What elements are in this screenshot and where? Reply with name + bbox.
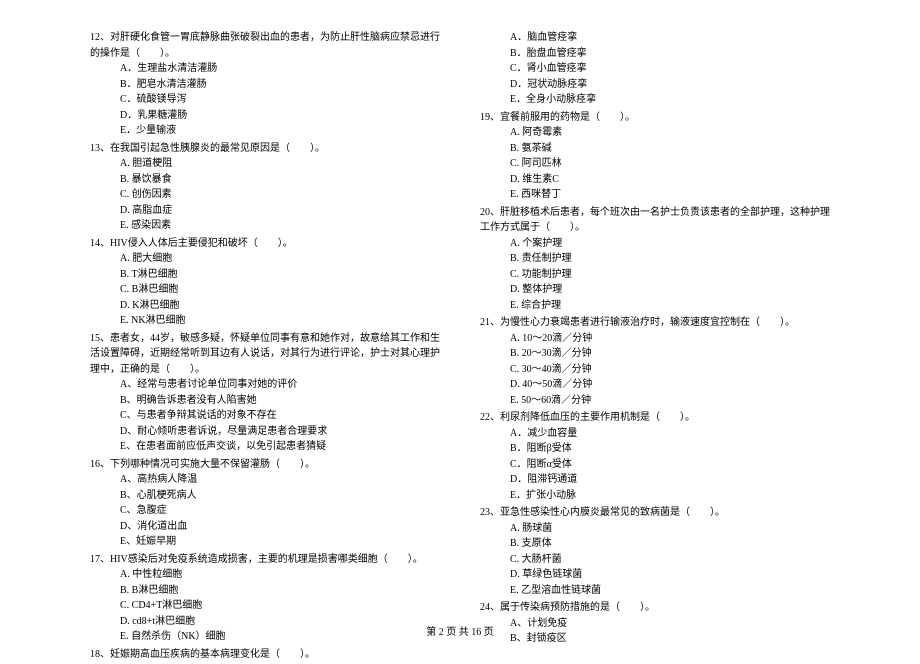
question-18: 18、妊娠期高血压疾病的基本病理变化是（ ）。: [90, 647, 440, 663]
option: E．少量输液: [90, 123, 440, 139]
question-text: 14、HIV侵入人体后主要侵犯和破坏（ ）。: [90, 236, 440, 252]
question-22: 22、利尿剂降低血压的主要作用机制是（ ）。 A．减少血容量 B．阻断β受体 C…: [480, 410, 830, 503]
question-19: 19、宜餐前服用的药物是（ ）。 A. 阿奇霉素 B. 氨茶碱 C. 阿司匹林 …: [480, 110, 830, 203]
question-text: 18、妊娠期高血压疾病的基本病理变化是（ ）。: [90, 647, 440, 663]
option: A．减少血容量: [480, 426, 830, 442]
option: E．全身小动脉痉挛: [480, 92, 830, 108]
option: D. 40～50滴／分钟: [480, 377, 830, 393]
option: C．硫酸镁导泻: [90, 92, 440, 108]
option: D. 整体护理: [480, 282, 830, 298]
option: C、与患者争辩其说话的对象不存在: [90, 408, 440, 424]
option: E. 50～60滴／分钟: [480, 393, 830, 409]
option: A. 肥大细胞: [90, 251, 440, 267]
option: A. 中性粒细胞: [90, 567, 440, 583]
question-18-opts: A．脑血管痉挛 B．胎盘血管痉挛 C．肾小血管痉挛 D．冠状动脉痉挛 E．全身小…: [480, 30, 830, 108]
option: B、明确告诉患者没有人陷害她: [90, 393, 440, 409]
option: A. 胆道梗阻: [90, 156, 440, 172]
option: B. B淋巴细胞: [90, 583, 440, 599]
option: C. B淋巴细胞: [90, 282, 440, 298]
question-21: 21、为慢性心力衰竭患者进行输液治疗时，输液速度宜控制在（ ）。 A. 10～2…: [480, 315, 830, 408]
option: C. 功能制护理: [480, 267, 830, 283]
question-text: 23、亚急性感染性心内膜炎最常见的致病菌是（ ）。: [480, 505, 830, 521]
question-text: 24、属于传染病预防措施的是（ ）。: [480, 600, 830, 616]
left-column: 12、对肝硬化食管一胃底静脉曲张破裂出血的患者，为防止肝性脑病应禁忌进行的操作是…: [90, 30, 440, 664]
option: E. 感染因素: [90, 218, 440, 234]
question-12: 12、对肝硬化食管一胃底静脉曲张破裂出血的患者，为防止肝性脑病应禁忌进行的操作是…: [90, 30, 440, 139]
question-23: 23、亚急性感染性心内膜炎最常见的致病菌是（ ）。 A. 肠球菌 B. 支原体 …: [480, 505, 830, 598]
question-text: 19、宜餐前服用的药物是（ ）。: [480, 110, 830, 126]
question-text: 22、利尿剂降低血压的主要作用机制是（ ）。: [480, 410, 830, 426]
option: D．冠状动脉痉挛: [480, 77, 830, 93]
option: C. 大肠杆菌: [480, 552, 830, 568]
question-16: 16、下列哪种情况可实施大量不保留灌肠（ ）。 A、高热病人降温 B、心肌梗死病…: [90, 457, 440, 550]
option: D、消化道出血: [90, 519, 440, 535]
option: B. 暴饮暴食: [90, 172, 440, 188]
option: B. 支原体: [480, 536, 830, 552]
option: A．脑血管痉挛: [480, 30, 830, 46]
option: B. T淋巴细胞: [90, 267, 440, 283]
question-text: 16、下列哪种情况可实施大量不保留灌肠（ ）。: [90, 457, 440, 473]
option: C. 阿司匹林: [480, 156, 830, 172]
page-footer: 第 2 页 共 16 页: [0, 623, 920, 638]
option: B. 氨茶碱: [480, 141, 830, 157]
option: B．胎盘血管痉挛: [480, 46, 830, 62]
option: A. 肠球菌: [480, 521, 830, 537]
question-14: 14、HIV侵入人体后主要侵犯和破坏（ ）。 A. 肥大细胞 B. T淋巴细胞 …: [90, 236, 440, 329]
option: D．乳果糖灌肠: [90, 108, 440, 124]
option: C. CD4+T淋巴细胞: [90, 598, 440, 614]
option: E. 乙型溶血性链球菌: [480, 583, 830, 599]
option: C. 30～40滴／分钟: [480, 362, 830, 378]
option: A、高热病人降温: [90, 472, 440, 488]
question-15: 15、患者女，44岁，敏感多疑，怀疑单位同事有意和她作对，故意给其工作和生活设置…: [90, 331, 440, 455]
option: B．肥皂水清洁灌肠: [90, 77, 440, 93]
option: D、耐心倾听患者诉说，尽量满足患者合理要求: [90, 424, 440, 440]
question-text: 12、对肝硬化食管一胃底静脉曲张破裂出血的患者，为防止肝性脑病应禁忌进行的操作是…: [90, 30, 440, 61]
option: B．阻断β受体: [480, 441, 830, 457]
question-13: 13、在我国引起急性胰腺炎的最常见原因是（ ）。 A. 胆道梗阻 B. 暴饮暴食…: [90, 141, 440, 234]
question-text: 13、在我国引起急性胰腺炎的最常见原因是（ ）。: [90, 141, 440, 157]
option: A. 阿奇霉素: [480, 125, 830, 141]
option: A．生理盐水清洁灌肠: [90, 61, 440, 77]
exam-content: 12、对肝硬化食管一胃底静脉曲张破裂出血的患者，为防止肝性脑病应禁忌进行的操作是…: [90, 30, 830, 664]
option: E、妊娠早期: [90, 534, 440, 550]
option: B. 20～30滴／分钟: [480, 346, 830, 362]
option: D. 维生素C: [480, 172, 830, 188]
question-text: 21、为慢性心力衰竭患者进行输液治疗时，输液速度宜控制在（ ）。: [480, 315, 830, 331]
question-text: 17、HIV感染后对免疫系统造成损害，主要的机理是损害哪类细胞（ ）。: [90, 552, 440, 568]
option: E．扩张小动脉: [480, 488, 830, 504]
option: E、在患者面前应低声交谈，以免引起患者猜疑: [90, 439, 440, 455]
right-column: A．脑血管痉挛 B．胎盘血管痉挛 C．肾小血管痉挛 D．冠状动脉痉挛 E．全身小…: [480, 30, 830, 664]
option: B. 责任制护理: [480, 251, 830, 267]
question-text: 20、肝脏移植术后患者，每个班次由一名护士负责该患者的全部护理，这种护理工作方式…: [480, 205, 830, 236]
question-text: 15、患者女，44岁，敏感多疑，怀疑单位同事有意和她作对，故意给其工作和生活设置…: [90, 331, 440, 378]
option: D. 草绿色链球菌: [480, 567, 830, 583]
option: C、急腹症: [90, 503, 440, 519]
option: C．阻断α受体: [480, 457, 830, 473]
option: E. NK淋巴细胞: [90, 313, 440, 329]
option: A、经常与患者讨论单位同事对她的评价: [90, 377, 440, 393]
question-20: 20、肝脏移植术后患者，每个班次由一名护士负责该患者的全部护理，这种护理工作方式…: [480, 205, 830, 314]
option: D．阻滞钙通道: [480, 472, 830, 488]
option: A. 个案护理: [480, 236, 830, 252]
option: E. 西咪替丁: [480, 187, 830, 203]
option: D. K淋巴细胞: [90, 298, 440, 314]
option: C. 创伤因素: [90, 187, 440, 203]
option: C．肾小血管痉挛: [480, 61, 830, 77]
option: B、心肌梗死病人: [90, 488, 440, 504]
option: A. 10～20滴／分钟: [480, 331, 830, 347]
option: D. 高脂血症: [90, 203, 440, 219]
option: E. 综合护理: [480, 298, 830, 314]
